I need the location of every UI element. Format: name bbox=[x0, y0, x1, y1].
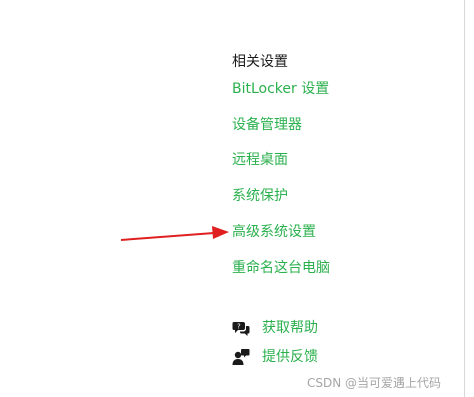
give-feedback-row[interactable]: 提供反馈 bbox=[232, 347, 318, 367]
get-help-label: 获取帮助 bbox=[262, 320, 318, 336]
device-manager-link[interactable]: 设备管理器 bbox=[232, 116, 302, 134]
chat-help-icon: ? bbox=[232, 319, 250, 337]
give-feedback-label: 提供反馈 bbox=[262, 349, 318, 365]
panel-divider bbox=[464, 0, 465, 397]
svg-text:?: ? bbox=[237, 323, 241, 331]
csdn-watermark: CSDN @当可爱遇上代码 bbox=[307, 376, 442, 390]
advanced-system-settings-link[interactable]: 高级系统设置 bbox=[232, 223, 316, 241]
rename-this-pc-link[interactable]: 重命名这台电脑 bbox=[232, 259, 330, 277]
get-help-row[interactable]: ? 获取帮助 bbox=[232, 318, 318, 338]
feedback-person-icon bbox=[232, 348, 250, 366]
remote-desktop-link[interactable]: 远程桌面 bbox=[232, 151, 288, 169]
related-settings-heading: 相关设置 bbox=[232, 54, 288, 70]
system-protection-link[interactable]: 系统保护 bbox=[232, 187, 288, 205]
bitlocker-settings-link[interactable]: BitLocker 设置 bbox=[232, 80, 329, 98]
